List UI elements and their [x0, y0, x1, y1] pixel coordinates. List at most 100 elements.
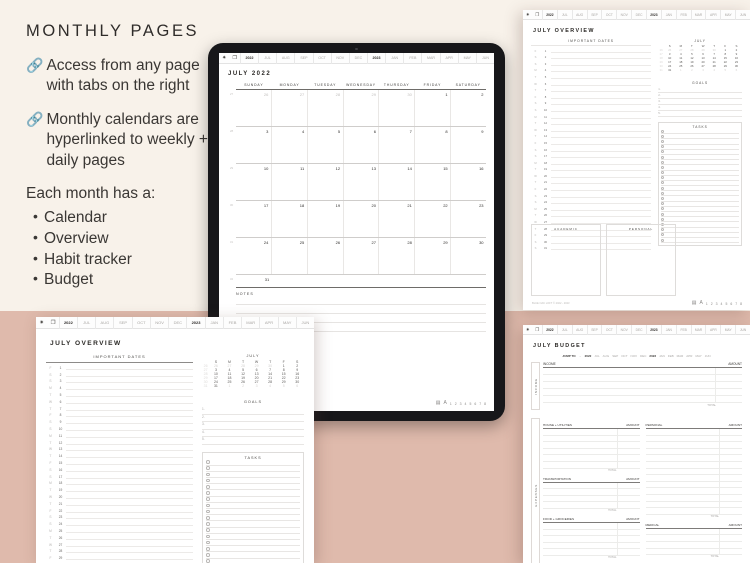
overview-page-small[interactable]: ✷ ❐ 2022 JUL AUG SEP OCT NOV DEC 2023 JAN FEB MAR APR… [523, 10, 750, 310]
important-date-row[interactable]: S9 [46, 417, 194, 425]
calendar-day-cell[interactable]: 2 [450, 90, 486, 126]
important-date-row[interactable]: T5 [46, 390, 194, 397]
jump-link-sep[interactable]: SEP [612, 354, 618, 358]
goal-row[interactable]: 1. [202, 407, 304, 415]
month-tab-may[interactable]: MAY [720, 325, 735, 335]
jump-link-jun[interactable]: JUN [705, 354, 711, 358]
checkbox-circle-icon[interactable] [661, 176, 665, 180]
write-line[interactable] [66, 538, 194, 540]
checkbox-circle-icon[interactable] [661, 129, 665, 133]
budget-rows[interactable] [543, 429, 640, 469]
important-date-row[interactable]: S 23 [46, 513, 194, 520]
calendar-day-cell[interactable]: 29 [414, 238, 450, 274]
calendar-day-cell[interactable]: 16 [450, 164, 486, 200]
calendar-day-cell[interactable]: 29 [342, 90, 379, 126]
month-tab-jul[interactable]: JUL [258, 53, 276, 64]
important-date-row[interactable]: S 17 [531, 152, 652, 159]
checkbox-circle-icon[interactable] [206, 491, 210, 495]
calendar-day-cell[interactable]: 7 [378, 127, 414, 163]
month-tab-jun[interactable]: JUN [735, 325, 750, 335]
month-tab-jan[interactable]: JAN [204, 317, 223, 329]
write-line[interactable] [551, 216, 652, 218]
page-navigation[interactable]: ▤ A 1 2 3 4 5 6 7 8 [436, 401, 486, 406]
calendar-day-cell[interactable]: 13 [342, 164, 379, 200]
write-line[interactable] [551, 196, 652, 198]
calendar-day-cell[interactable]: 18 [270, 201, 307, 237]
month-tab-bar[interactable]: ✷ ❐ 2022 JUL AUG SEP OCT NOV DEC 2023 JAN FEB MAR APR… [36, 317, 314, 329]
calendar-day-cell[interactable]: 8 [414, 127, 450, 163]
calendar-day-cell[interactable]: 22 [414, 201, 450, 237]
month-tab-feb[interactable]: FEB [222, 317, 241, 329]
important-date-row[interactable]: T 12 [46, 438, 194, 445]
person-icon[interactable]: A [444, 401, 447, 406]
write-line[interactable] [66, 457, 194, 459]
calendar-day-cell[interactable] [415, 275, 451, 287]
month-tab-2022[interactable]: 2022 [239, 53, 258, 64]
important-date-row[interactable]: W 13 [46, 445, 194, 452]
calendar-day-cell[interactable] [307, 275, 343, 287]
checkbox-circle-icon[interactable] [206, 559, 210, 563]
month-tab-sep[interactable]: SEP [586, 325, 602, 335]
page-navigation[interactable]: ▤ A 1 2 3 4 5 6 7 8 [692, 301, 742, 306]
tasks-box[interactable]: TASKS [202, 451, 304, 563]
checkbox-circle-icon[interactable] [661, 160, 665, 164]
calendar-day-cell[interactable]: 20 [342, 201, 379, 237]
important-date-row[interactable]: W 27 [46, 540, 194, 547]
goal-row[interactable]: 4. [202, 430, 304, 437]
important-date-row[interactable]: T 19 [531, 165, 652, 172]
important-date-row[interactable]: S2 [46, 370, 194, 377]
calendar-day-cell[interactable]: 14 [378, 164, 414, 200]
calendar-day-cell[interactable]: 4 [270, 127, 307, 163]
jump-link-nov[interactable]: NOV [631, 354, 638, 358]
month-tab-bar[interactable]: ✷ ❐ 2022 JUL AUG SEP OCT NOV DEC 2023 JAN FEB MAR APR… [219, 53, 494, 64]
checkbox-circle-icon[interactable] [206, 515, 210, 520]
month-tab-dec[interactable]: DEC [631, 325, 646, 335]
checkbox-circle-icon[interactable] [661, 150, 665, 154]
grid-icon[interactable]: ▤ [692, 301, 697, 306]
budget-row[interactable] [645, 455, 742, 462]
page-number-8[interactable]: 8 [740, 302, 742, 306]
month-tab-apr[interactable]: APR [705, 325, 720, 335]
mini-day-cell[interactable]: 4 [709, 68, 720, 72]
goal-row[interactable]: 2. [202, 415, 304, 422]
important-date-row[interactable]: F 22 [531, 184, 652, 192]
page-icon[interactable]: ❐ [533, 327, 543, 333]
budget-right-column[interactable]: PERSONAL AMOUNT TOTAL MEDICAL AMOUNT TOTAL [645, 418, 742, 563]
important-date-row[interactable]: T 14 [46, 451, 194, 459]
page-number-6[interactable]: 6 [474, 402, 476, 406]
write-line[interactable] [66, 402, 194, 404]
important-date-row[interactable]: M 25 [531, 204, 652, 211]
budget-row[interactable] [645, 488, 742, 495]
write-line[interactable] [66, 559, 194, 561]
budget-row[interactable] [543, 436, 640, 443]
important-date-row[interactable]: S 10 [46, 424, 194, 431]
calendar-day-cell[interactable]: 23 [450, 201, 486, 237]
month-tab-2022[interactable]: 2022 [58, 317, 77, 329]
write-line[interactable] [551, 77, 652, 79]
calendar-day-cell[interactable]: 12 [306, 164, 343, 200]
important-date-row[interactable]: W 13 [531, 125, 652, 132]
checkbox-circle-icon[interactable] [661, 197, 665, 201]
budget-page[interactable]: ✷ ❐ 2022 JUL AUG SEP OCT NOV DEC 2023 JAN FEB MAR APR… [523, 325, 750, 563]
write-line[interactable] [551, 91, 652, 93]
calendar-day-cell[interactable]: 10 [236, 164, 271, 200]
write-line[interactable] [66, 531, 194, 533]
mini-day-cell[interactable]: 4 [263, 384, 277, 388]
mini-calendar[interactable]: S M T W T F S 26 26 27 28 29 30 1 2 27 3 4 5 6 7 8 9 28 10 11 12 13… [202, 360, 304, 388]
important-date-row[interactable]: T 28 [46, 547, 194, 554]
home-icon[interactable]: ✷ [523, 12, 533, 18]
important-date-row[interactable]: T 21 [46, 499, 194, 506]
checkbox-circle-icon[interactable] [661, 217, 665, 221]
page-number-1[interactable]: 1 [450, 402, 452, 406]
budget-row[interactable] [645, 535, 742, 542]
important-date-row[interactable]: S9 [531, 99, 652, 106]
calendar-day-cell[interactable]: 24 [236, 238, 271, 274]
month-tab-aug[interactable]: AUG [571, 10, 587, 20]
checkbox-circle-icon[interactable] [206, 540, 210, 545]
mini-day-cell[interactable]: 5 [720, 68, 731, 72]
important-date-row[interactable]: W6 [531, 79, 652, 86]
goal-row[interactable]: 5. [658, 111, 742, 117]
important-date-row[interactable]: T 21 [531, 178, 652, 185]
important-date-row[interactable]: T 12 [531, 119, 652, 126]
checkbox-circle-icon[interactable] [661, 171, 665, 175]
